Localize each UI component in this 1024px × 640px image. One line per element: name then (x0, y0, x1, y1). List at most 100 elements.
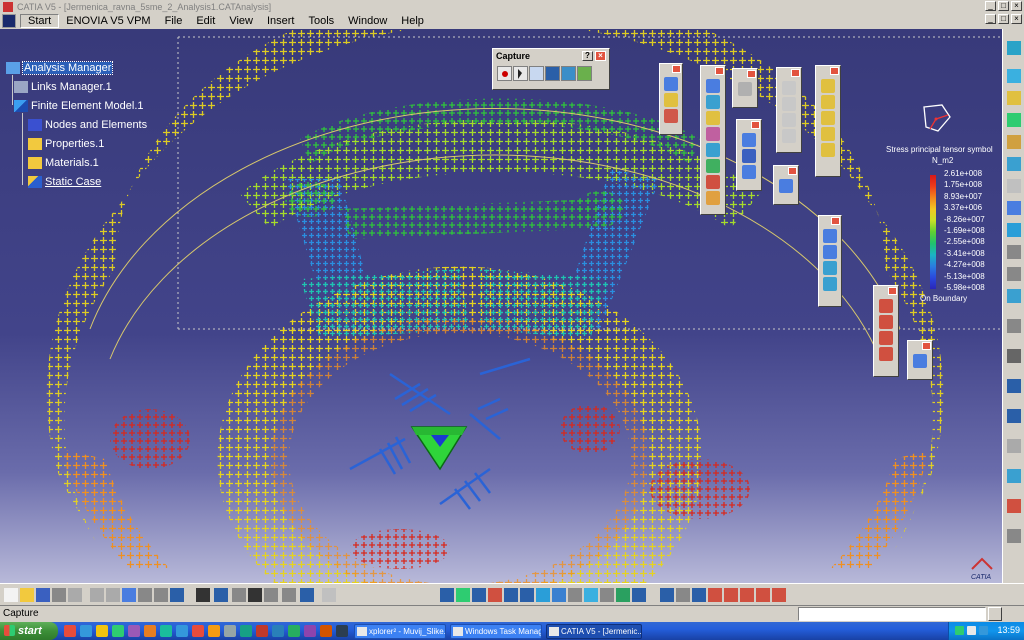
bottom-toolbar-tool-icon[interactable] (264, 588, 278, 602)
right-toolbar-tool-icon[interactable] (1007, 135, 1021, 149)
right-toolbar-tool-icon[interactable] (1007, 409, 1021, 423)
right-toolbar-tool-icon[interactable] (1007, 179, 1021, 193)
bottom-toolbar-tool-icon[interactable] (214, 588, 228, 602)
palette-tool-icon[interactable] (706, 127, 720, 141)
palette-close-icon[interactable] (747, 70, 756, 78)
menu-view[interactable]: View (222, 15, 260, 27)
palette-tool-icon[interactable] (879, 347, 893, 361)
bottom-toolbar-tool-icon[interactable] (616, 588, 630, 602)
palette-tool-icon[interactable] (821, 111, 835, 125)
right-toolbar-tool-icon[interactable] (1007, 91, 1021, 105)
bottom-toolbar-tool-icon[interactable] (4, 588, 18, 602)
palette-tool-icon[interactable] (782, 113, 796, 127)
palette-tool-icon[interactable] (706, 175, 720, 189)
right-toolbar-tool-icon[interactable] (1007, 201, 1021, 215)
bottom-toolbar-tool-icon[interactable] (660, 588, 674, 602)
right-toolbar-tool-icon[interactable] (1007, 379, 1021, 393)
quick-launch-icon[interactable] (160, 625, 172, 637)
palette-5[interactable] (776, 67, 802, 153)
quick-launch-icon[interactable] (192, 625, 204, 637)
tree-node-static-case[interactable]: Static Case (28, 176, 101, 188)
bottom-toolbar-tool-icon[interactable] (520, 588, 534, 602)
right-toolbar-tool-icon[interactable] (1007, 529, 1021, 543)
tree-node-nodes-and-elements[interactable]: Nodes and Elements (28, 119, 147, 131)
palette-10[interactable] (907, 340, 933, 380)
palette-4[interactable] (736, 119, 762, 191)
bottom-toolbar-tool-icon[interactable] (600, 588, 614, 602)
tray-volume-icon[interactable] (967, 626, 976, 635)
menu-edit[interactable]: Edit (189, 15, 222, 27)
tray-network-icon[interactable] (955, 626, 964, 635)
palette-tool-icon[interactable] (738, 82, 752, 96)
bottom-toolbar-tool-icon[interactable] (52, 588, 66, 602)
right-toolbar-tool-icon[interactable] (1007, 439, 1021, 453)
bottom-toolbar-tool-icon[interactable] (584, 588, 598, 602)
palette-3[interactable] (732, 68, 758, 108)
palette-7[interactable] (815, 65, 841, 177)
bottom-toolbar-tool-icon[interactable] (106, 588, 120, 602)
palette-tool-icon[interactable] (779, 179, 793, 193)
bottom-toolbar-tool-icon[interactable] (36, 588, 50, 602)
palette-tool-icon[interactable] (821, 95, 835, 109)
palette-close-icon[interactable] (788, 167, 797, 175)
quick-launch-icon[interactable] (224, 625, 236, 637)
palette-tool-icon[interactable] (706, 143, 720, 157)
palette-close-icon[interactable] (672, 65, 681, 73)
power-input-field[interactable] (798, 607, 986, 621)
palette-tool-icon[interactable] (823, 261, 837, 275)
bottom-toolbar-tool-icon[interactable] (504, 588, 518, 602)
capture-icon[interactable] (529, 66, 544, 81)
right-toolbar-tool-icon[interactable] (1007, 469, 1021, 483)
bottom-toolbar-tool-icon[interactable] (322, 588, 336, 602)
quick-launch-icon[interactable] (176, 625, 188, 637)
bottom-toolbar-tool-icon[interactable] (248, 588, 262, 602)
quick-launch-icon[interactable] (112, 625, 124, 637)
tree-node-analysis-manager[interactable]: Analysis Manager (6, 61, 114, 75)
palette-tool-icon[interactable] (823, 277, 837, 291)
bottom-toolbar-tool-icon[interactable] (122, 588, 136, 602)
right-toolbar-tool-icon[interactable] (1007, 267, 1021, 281)
right-toolbar-tool-icon[interactable] (1007, 245, 1021, 259)
right-toolbar-tool-icon[interactable] (1007, 499, 1021, 513)
palette-9[interactable] (873, 285, 899, 377)
menu-window[interactable]: Window (341, 15, 394, 27)
quick-launch-icon[interactable] (336, 625, 348, 637)
power-input-button[interactable] (988, 607, 1002, 621)
screen-icon[interactable] (545, 66, 560, 81)
bottom-toolbar-tool-icon[interactable] (708, 588, 722, 602)
tree-node-links-manager[interactable]: Links Manager.1 (14, 81, 112, 93)
palette-close-icon[interactable] (888, 287, 897, 295)
record-icon[interactable] (497, 66, 512, 81)
bottom-toolbar-tool-icon[interactable] (772, 588, 786, 602)
tree-node-properties[interactable]: Properties.1 (28, 138, 104, 150)
palette-tool-icon[interactable] (706, 159, 720, 173)
maximize-button[interactable]: □ (998, 1, 1009, 11)
menu-enovia[interactable]: ENOVIA V5 VPM (59, 15, 157, 27)
palette-close-icon[interactable] (922, 342, 931, 350)
right-toolbar-tool-icon[interactable] (1007, 223, 1021, 237)
bottom-toolbar-tool-icon[interactable] (756, 588, 770, 602)
palette-tool-icon[interactable] (664, 77, 678, 91)
bottom-toolbar-tool-icon[interactable] (282, 588, 296, 602)
doc-restore-button[interactable]: □ (998, 14, 1009, 24)
palette-tool-icon[interactable] (706, 111, 720, 125)
bottom-toolbar-tool-icon[interactable] (138, 588, 152, 602)
bottom-toolbar-tool-icon[interactable] (196, 588, 210, 602)
menu-start[interactable]: Start (20, 14, 60, 28)
bottom-toolbar-tool-icon[interactable] (300, 588, 314, 602)
palette-tool-icon[interactable] (879, 299, 893, 313)
right-toolbar-tool-icon[interactable] (1007, 319, 1021, 333)
palette-tool-icon[interactable] (823, 229, 837, 243)
task-task-manager[interactable]: Windows Task Manager (450, 624, 542, 639)
right-toolbar-tool-icon[interactable] (1007, 113, 1021, 127)
quick-launch-icon[interactable] (304, 625, 316, 637)
help-button[interactable]: ? (582, 51, 593, 61)
quick-launch-icon[interactable] (144, 625, 156, 637)
task-xplorer[interactable]: xplorer² - Muvij_Slike... (354, 624, 446, 639)
quick-launch-icon[interactable] (128, 625, 140, 637)
options-icon[interactable] (577, 66, 592, 81)
palette-tool-icon[interactable] (742, 165, 756, 179)
palette-tool-icon[interactable] (782, 129, 796, 143)
palette-close-icon[interactable] (791, 69, 800, 77)
bottom-toolbar-tool-icon[interactable] (536, 588, 550, 602)
